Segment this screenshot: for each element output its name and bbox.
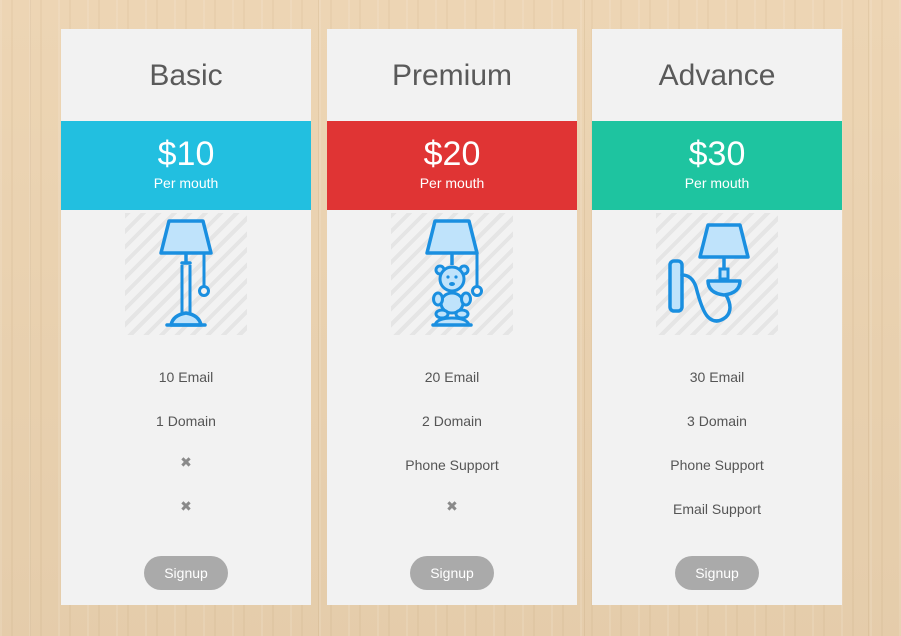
feature-email: 20 Email [424, 369, 480, 385]
plan-period: Per mouth [153, 175, 219, 191]
feature-email: 10 Email [158, 369, 214, 385]
plan-period: Per mouth [419, 175, 485, 191]
feature-phone-support: Phone Support [405, 457, 499, 473]
feature-email: 30 Email [689, 369, 745, 385]
signup-button[interactable]: Signup [144, 556, 228, 590]
pricing-card-premium: Premium $20 Per mouth 20 Email 2 Domain [327, 29, 577, 605]
plan-title: Advance [658, 59, 776, 92]
pricing-card-advance: Advance $30 Per mouth 30 Email 3 Domain … [592, 29, 842, 605]
price-band: $10 Per mouth [61, 121, 311, 210]
plan-title: Basic [149, 59, 223, 92]
plan-price: $10 [157, 135, 215, 173]
price-band: $20 Per mouth [327, 121, 577, 210]
teddy-bear-lamp-icon [391, 213, 513, 335]
wall-lamp-icon [656, 213, 778, 335]
feature-domain: 2 Domain [422, 413, 482, 429]
signup-button[interactable]: Signup [675, 556, 759, 590]
feature-phone-support: Phone Support [670, 457, 764, 473]
feature-unavailable-icon: ✖ [446, 498, 458, 514]
feature-domain: 1 Domain [156, 413, 216, 429]
feature-domain: 3 Domain [687, 413, 747, 429]
plan-period: Per mouth [684, 175, 750, 191]
feature-email-support: Email Support [673, 501, 761, 517]
feature-unavailable-icon: ✖ [180, 454, 192, 470]
floor-lamp-icon [125, 213, 247, 335]
plan-title: Premium [391, 59, 512, 92]
signup-button[interactable]: Signup [410, 556, 494, 590]
price-band: $30 Per mouth [592, 121, 842, 210]
feature-unavailable-icon: ✖ [180, 498, 192, 514]
plan-price: $20 [423, 135, 481, 173]
pricing-card-basic: Basic $10 Per mouth 10 Email 1 Domain ✖ … [61, 29, 311, 605]
plan-price: $30 [688, 135, 746, 173]
